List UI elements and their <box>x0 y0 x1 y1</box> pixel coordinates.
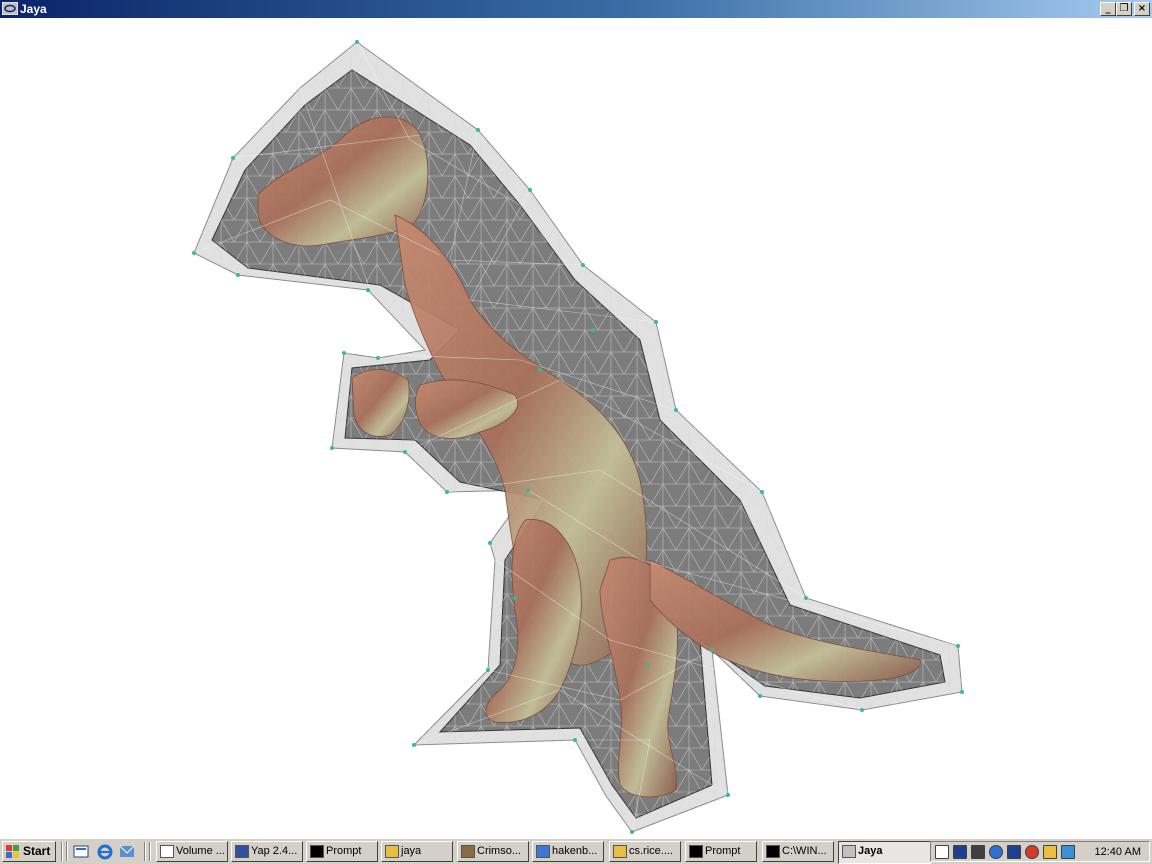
network-folder-icon <box>613 845 627 858</box>
people-icon <box>461 845 475 858</box>
show-desktop-icon[interactable] <box>72 843 90 860</box>
monitor-icon[interactable] <box>1061 845 1075 859</box>
console-icon <box>310 845 324 858</box>
jaya-app-icon <box>842 845 856 858</box>
taskbar-button[interactable]: Volume ... <box>156 841 228 862</box>
jaya-app-icon <box>2 2 18 15</box>
window-title-bar[interactable]: Jaya _ ❐ × <box>0 0 1152 18</box>
taskbar-button[interactable]: C:\WIN... <box>762 841 834 862</box>
taskbar-button[interactable]: Prompt <box>306 841 378 862</box>
color-wheel-icon[interactable] <box>1025 845 1039 859</box>
dvi-viewer-icon <box>235 845 249 858</box>
taskbar-button[interactable]: jaya <box>381 841 453 862</box>
windows-flag-icon <box>6 845 19 858</box>
taskbar-button[interactable]: cs.rice.... <box>609 841 681 862</box>
clock[interactable]: 12:40 AM <box>1095 845 1141 859</box>
taskbar-button-label: hakenb... <box>552 845 598 857</box>
folder-search-icon <box>385 845 399 858</box>
start-label: Start <box>23 844 51 858</box>
pencil-icon[interactable] <box>1043 845 1057 859</box>
taskbar-separator <box>61 842 63 861</box>
taskbar-separator <box>66 842 68 861</box>
taskbar-button-label: Prompt <box>326 845 362 857</box>
console-icon <box>689 845 703 858</box>
taskbar-separator <box>144 842 146 861</box>
console-icon <box>766 845 780 858</box>
taskbar-button-label: C:\WIN... <box>782 845 827 857</box>
taskbar-button-label: Prompt <box>705 845 741 857</box>
taskbar-button-label: Crimso... <box>477 845 521 857</box>
taskbar-button-label: Volume ... <box>176 845 225 857</box>
dinosaur-cage-render <box>192 40 964 834</box>
taskbar: Start Volume ... Yap 2.4... Prompt jaya Crim… <box>0 838 1152 864</box>
volume-icon[interactable] <box>971 845 985 859</box>
taskbar-button[interactable]: hakenb... <box>532 841 604 862</box>
start-button[interactable]: Start <box>2 841 56 862</box>
vc-icon[interactable] <box>935 845 949 859</box>
network-activity-icon[interactable] <box>953 845 967 859</box>
restore-button[interactable]: ❐ <box>1116 2 1132 16</box>
window-title: Jaya <box>20 2 47 16</box>
taskbar-button-label: jaya <box>401 845 422 857</box>
system-tray: 12:40 AM <box>930 841 1150 862</box>
taskbar-button-label: cs.rice.... <box>629 845 674 857</box>
taskbar-button[interactable]: Crimso... <box>457 841 529 862</box>
document-icon <box>160 845 174 858</box>
minimize-button[interactable]: _ <box>1100 2 1116 16</box>
outlook-icon[interactable] <box>118 843 136 860</box>
close-button[interactable]: × <box>1134 2 1150 16</box>
taskbar-button-label: Jaya <box>858 845 883 857</box>
globe-icon[interactable] <box>989 845 1003 859</box>
taskbar-separator <box>149 842 151 861</box>
internet-explorer-icon[interactable] <box>96 843 114 860</box>
taskbar-button-label: Yap 2.4... <box>251 845 298 857</box>
web-page-icon <box>536 845 550 858</box>
taskbar-button[interactable]: Prompt <box>685 841 757 862</box>
taskbar-button[interactable]: Yap 2.4... <box>231 841 303 862</box>
shield-icon[interactable] <box>1007 845 1021 859</box>
taskbar-button[interactable]: Jaya <box>838 841 931 864</box>
3d-viewport[interactable] <box>0 18 1152 838</box>
